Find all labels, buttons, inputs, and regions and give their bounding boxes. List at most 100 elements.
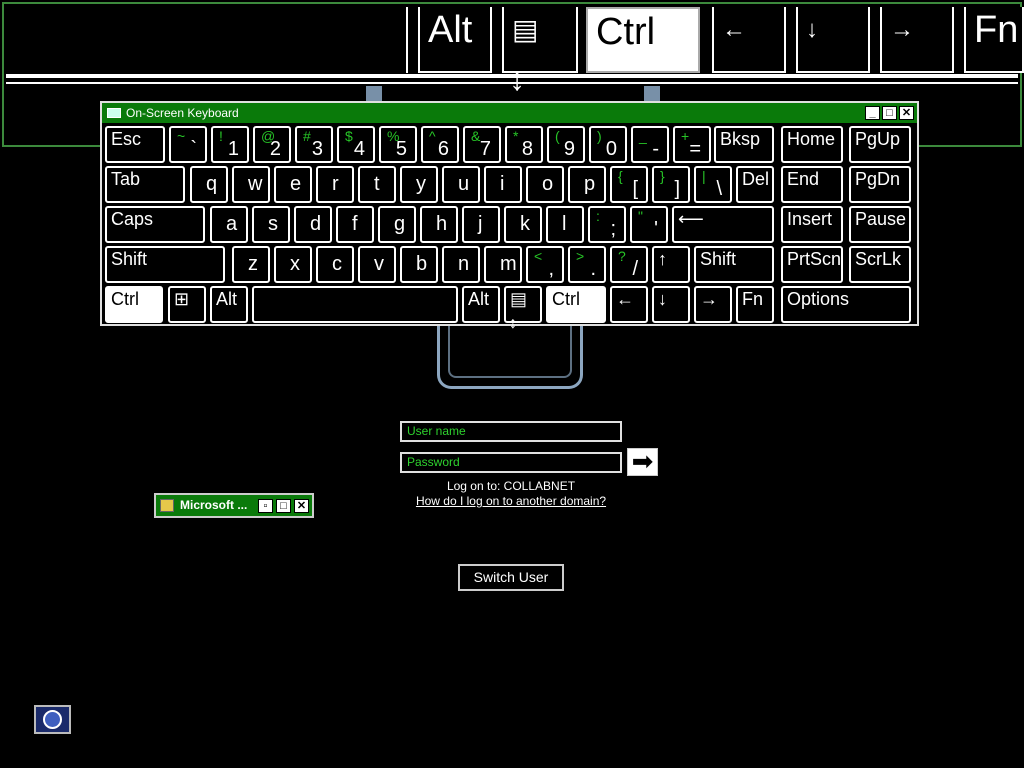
- key-symbol[interactable]: ? /: [610, 246, 648, 283]
- key-i[interactable]: i: [484, 166, 522, 203]
- key-symbol[interactable]: ←: [610, 286, 648, 323]
- maximize-button[interactable]: □: [882, 106, 897, 120]
- key-shift[interactable]: Shift: [694, 246, 774, 283]
- key-z[interactable]: z: [232, 246, 270, 283]
- key-symbol[interactable]: ~ `: [169, 126, 207, 163]
- key-del[interactable]: Del: [736, 166, 774, 203]
- key-h[interactable]: h: [420, 206, 458, 243]
- minimized-window[interactable]: Microsoft ... ▫ □ ✕: [154, 493, 314, 518]
- key-v[interactable]: v: [358, 246, 396, 283]
- key-symbol[interactable]: <,: [526, 246, 564, 283]
- key-symbol[interactable]: " ': [630, 206, 668, 243]
- key-prtscn[interactable]: PrtScn: [781, 246, 843, 283]
- restore-button[interactable]: ▫: [258, 499, 273, 513]
- key-main-label: 8: [521, 138, 533, 160]
- key-r[interactable]: r: [316, 166, 354, 203]
- ease-of-access-button[interactable]: [34, 705, 71, 734]
- key-o[interactable]: o: [526, 166, 564, 203]
- key-main-label: .: [590, 258, 596, 280]
- key-symbol[interactable]: :;: [588, 206, 626, 243]
- key-esc[interactable]: Esc: [105, 126, 165, 163]
- key-s[interactable]: s: [252, 206, 290, 243]
- key-symbol[interactable]: }]: [652, 166, 690, 203]
- key-b[interactable]: b: [400, 246, 438, 283]
- key-symbol[interactable]: ⊞: [168, 286, 206, 323]
- key-end[interactable]: End: [781, 166, 843, 203]
- key-symbol[interactable]: ↓: [652, 286, 690, 323]
- key-t[interactable]: t: [358, 166, 396, 203]
- close-button[interactable]: ✕: [294, 499, 309, 513]
- key-home[interactable]: Home: [781, 126, 843, 163]
- key-3[interactable]: #3: [295, 126, 333, 163]
- key-symbol[interactable]: + =: [673, 126, 711, 163]
- key-m[interactable]: m: [484, 246, 522, 283]
- key-scrlk[interactable]: ScrLk: [849, 246, 911, 283]
- key-pause[interactable]: Pause: [849, 206, 911, 243]
- key-u[interactable]: u: [442, 166, 480, 203]
- key-symbol[interactable]: _ -: [631, 126, 669, 163]
- minimize-button[interactable]: _: [865, 106, 880, 120]
- key-pgup[interactable]: PgUp: [849, 126, 911, 163]
- key-ctrl[interactable]: Ctrl: [546, 286, 606, 323]
- key-g[interactable]: g: [378, 206, 416, 243]
- key-y[interactable]: y: [400, 166, 438, 203]
- key-insert[interactable]: Insert: [781, 206, 843, 243]
- key-0[interactable]: ) 0: [589, 126, 627, 163]
- key-w[interactable]: w: [232, 166, 270, 203]
- key-main-label: 7: [479, 138, 491, 160]
- key-p[interactable]: p: [568, 166, 606, 203]
- key-2[interactable]: @2: [253, 126, 291, 163]
- key-j[interactable]: j: [462, 206, 500, 243]
- key-caps[interactable]: Caps: [105, 206, 205, 243]
- key-8[interactable]: * 8: [505, 126, 543, 163]
- key-9[interactable]: (9: [547, 126, 585, 163]
- key-space[interactable]: [252, 286, 458, 323]
- other-domain-link[interactable]: How do I log on to another domain?: [400, 494, 622, 508]
- key-alt[interactable]: Alt: [210, 286, 248, 323]
- on-screen-keyboard-window[interactable]: On-Screen Keyboard _ □ ✕ Esc ~ `! 1 @2 #3 $4% 5…: [100, 101, 919, 332]
- key-c[interactable]: c: [316, 246, 354, 283]
- key-k[interactable]: k: [504, 206, 542, 243]
- key-q[interactable]: q: [190, 166, 228, 203]
- key-shift[interactable]: Shift: [105, 246, 225, 283]
- key-d[interactable]: d: [294, 206, 332, 243]
- key-l[interactable]: l: [546, 206, 584, 243]
- key-options[interactable]: Options: [781, 286, 911, 323]
- key-a[interactable]: a: [210, 206, 248, 243]
- key-x[interactable]: x: [274, 246, 312, 283]
- key-bksp[interactable]: Bksp: [714, 126, 774, 163]
- key-ctrl[interactable]: Ctrl: [105, 286, 163, 323]
- key-main-label: /: [632, 258, 638, 280]
- key-main-label: \: [716, 178, 722, 200]
- key-symbol[interactable]: >.: [568, 246, 606, 283]
- switch-user-button[interactable]: Switch User: [458, 564, 564, 591]
- key-symbol[interactable]: {[: [610, 166, 648, 203]
- key-fn[interactable]: Fn: [736, 286, 774, 323]
- key-symbol[interactable]: ⟵: [672, 206, 774, 243]
- key-main-label: 6: [437, 138, 449, 160]
- key-5[interactable]: % 5: [379, 126, 417, 163]
- key-symbol[interactable]: | \: [694, 166, 732, 203]
- key-label: ↓: [658, 289, 667, 309]
- key-label: ⟵: [678, 209, 704, 229]
- key-symbol[interactable]: →: [694, 286, 732, 323]
- key-tab[interactable]: Tab: [105, 166, 185, 203]
- password-field[interactable]: Password: [400, 452, 622, 473]
- key-shift-label: |: [702, 168, 706, 184]
- submit-button[interactable]: ➡: [627, 448, 658, 476]
- username-field[interactable]: User name: [400, 421, 622, 442]
- key-e[interactable]: e: [274, 166, 312, 203]
- key-1[interactable]: ! 1: [211, 126, 249, 163]
- osk-title-bar[interactable]: On-Screen Keyboard _ □ ✕: [102, 103, 917, 123]
- key-pgdn[interactable]: PgDn: [849, 166, 911, 203]
- key-main-label: ': [654, 218, 658, 240]
- close-button[interactable]: ✕: [899, 106, 914, 120]
- key-7[interactable]: & 7: [463, 126, 501, 163]
- maximize-button[interactable]: □: [276, 499, 291, 513]
- key-n[interactable]: n: [442, 246, 480, 283]
- key-f[interactable]: f: [336, 206, 374, 243]
- key-symbol[interactable]: ↑: [652, 246, 690, 283]
- key-6[interactable]: ^ 6: [421, 126, 459, 163]
- key-alt[interactable]: Alt: [462, 286, 500, 323]
- key-4[interactable]: $4: [337, 126, 375, 163]
